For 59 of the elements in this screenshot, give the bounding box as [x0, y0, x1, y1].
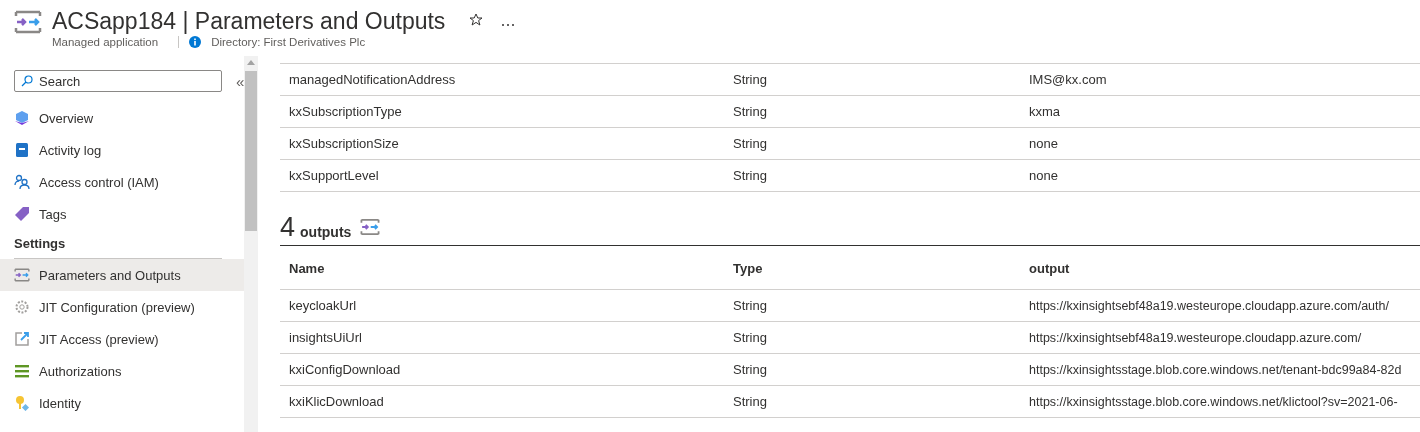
outputs-icon — [360, 217, 381, 237]
table-cell-text: kxSubscriptionType — [288, 104, 403, 119]
table-cell-text: https://kxinsightsebf48a19.westeurope.cloudapp.azure.com/auth/ — [1028, 298, 1390, 313]
scrollbar-thumb[interactable] — [245, 71, 257, 231]
list-icon — [14, 363, 30, 379]
nav-item[interactable]: Access control (IAM) — [0, 166, 244, 198]
table-cell-text: none — [1028, 136, 1059, 151]
nav-item[interactable]: JIT Configuration (preview) — [0, 291, 244, 323]
table-cell-text: String — [732, 72, 768, 87]
scroll-up-icon[interactable] — [247, 60, 255, 65]
nav-item[interactable]: Parameters and Outputs — [0, 259, 244, 291]
table-cell-text: kxSubscriptionSize — [288, 136, 400, 151]
key-icon — [14, 395, 30, 411]
table-cell-text: String — [732, 394, 768, 409]
tag-icon — [14, 206, 30, 222]
column-header: Name — [288, 261, 326, 276]
parameters-icon — [14, 267, 30, 283]
nav-item[interactable]: JIT Access (preview) — [0, 323, 244, 355]
table-cell-text: none — [1028, 168, 1059, 183]
nav-item[interactable]: Authorizations — [0, 355, 244, 387]
gear-icon — [14, 299, 30, 315]
nav-item[interactable]: Overview — [0, 102, 244, 134]
search-field[interactable]: Search — [14, 70, 222, 92]
column-header: output — [1028, 261, 1071, 276]
nav-item[interactable]: Tags — [0, 198, 244, 230]
table-cell-text: kxma — [1028, 104, 1062, 119]
table-cell-text: String — [732, 104, 768, 119]
directory-label: Directory: First Derivatives Plc — [211, 36, 366, 48]
people-icon — [14, 174, 30, 190]
info-icon — [189, 36, 202, 48]
table-cell-text: keycloakUrl — [288, 298, 358, 313]
cube-icon — [14, 110, 30, 126]
scrollbar[interactable] — [244, 56, 258, 432]
table-cell-text: kxiKlicDownload — [288, 394, 385, 409]
table-cell-text: https://kxinsightsstage.blob.core.windows.net/tenant-bdc99a84-82d — [1028, 362, 1403, 377]
table-cell-text: String — [732, 168, 768, 183]
outputs-heading: outputs — [300, 224, 352, 240]
table-cell-text: kxiConfigDownload — [288, 362, 402, 377]
table-cell-text: IMS@kx.com — [1028, 72, 1108, 87]
nav-item[interactable]: Activity log — [0, 134, 244, 166]
table-cell-text: String — [732, 330, 768, 345]
nav-item[interactable]: Identity — [0, 387, 244, 419]
table-cell-text: https://kxinsightsebf48a19.westeurope.cloudapp.azure.com/ — [1028, 330, 1363, 345]
column-header: Type — [732, 261, 764, 276]
collapse-button[interactable]: « — [236, 72, 245, 90]
table-cell-text: String — [732, 298, 768, 313]
table-cell-text: insightsUiUrl — [288, 330, 363, 345]
table-cell-text: https://kxinsightsstage.blob.core.windows.net/klictool?sv=2021-06- — [1028, 394, 1399, 409]
output-count: 4 — [280, 214, 296, 241]
table-cell-text: String — [732, 136, 768, 151]
table-cell-text: kxSupportLevel — [288, 168, 380, 183]
resource-type: Managed application — [52, 36, 159, 48]
table-cell-text: managedNotificationAddress — [288, 72, 457, 87]
external-link-icon — [14, 331, 30, 347]
app-icon — [14, 8, 42, 36]
log-icon — [14, 142, 30, 158]
search-icon — [21, 75, 33, 87]
table-cell-text: String — [732, 362, 768, 377]
page-title: ACSapp184 | Parameters and Outputs — [52, 8, 446, 35]
